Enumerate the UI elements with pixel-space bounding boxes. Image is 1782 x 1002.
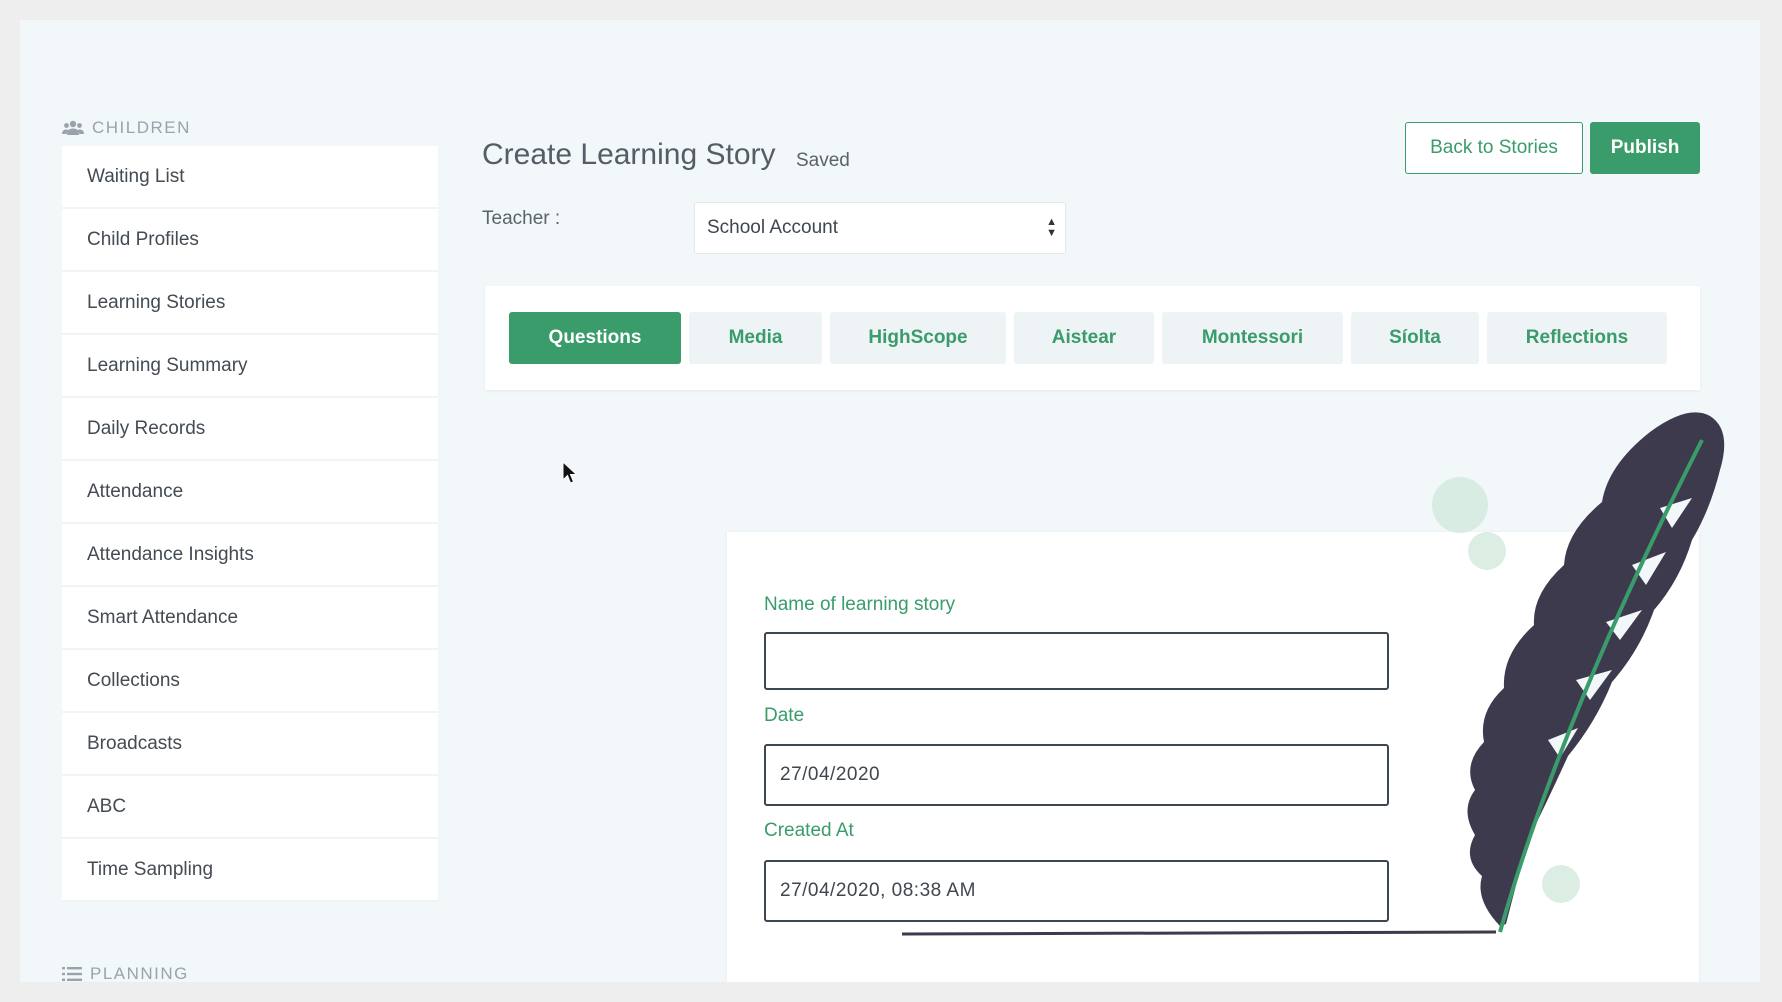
date-label: Date bbox=[764, 705, 805, 726]
tab-siolta[interactable]: Síolta bbox=[1351, 312, 1479, 364]
sidebar-item-label: Attendance bbox=[87, 480, 184, 502]
tab-reflections[interactable]: Reflections bbox=[1487, 312, 1667, 364]
teacher-select[interactable]: School Account ▲ ▼ bbox=[694, 202, 1066, 254]
sidebar-item-label: ABC bbox=[87, 795, 127, 817]
tab-aistear[interactable]: Aistear bbox=[1014, 312, 1154, 364]
sidebar-item-learning-stories[interactable]: Learning Stories bbox=[62, 272, 438, 335]
mouse-cursor-icon bbox=[562, 461, 578, 484]
sidebar-item-smart-attendance[interactable]: Smart Attendance bbox=[62, 587, 438, 650]
story-name-field[interactable] bbox=[764, 632, 1389, 690]
sidebar-item-collections[interactable]: Collections bbox=[62, 650, 438, 713]
story-form-card: Name of learning story Date 27/04/2020 C… bbox=[727, 532, 1699, 982]
sidebar-item-attendance[interactable]: Attendance bbox=[62, 461, 438, 524]
app-canvas: CHILDREN Waiting List Child Profiles Lea… bbox=[20, 20, 1760, 982]
decor-dot bbox=[1432, 477, 1488, 533]
sidebar-item-label: Child Profiles bbox=[87, 228, 199, 250]
sidebar-item-label: Learning Summary bbox=[87, 354, 248, 376]
sidebar-item-daily-records[interactable]: Daily Records bbox=[62, 398, 438, 461]
date-value: 27/04/2020 bbox=[780, 764, 881, 785]
tab-media[interactable]: Media bbox=[689, 312, 822, 364]
sidebar-item-label: Attendance Insights bbox=[87, 543, 254, 565]
tab-montessori[interactable]: Montessori bbox=[1162, 312, 1343, 364]
sidebar-item-label: Smart Attendance bbox=[87, 606, 239, 628]
planning-heading-label: PLANNING bbox=[90, 964, 189, 982]
sidebar-item-waiting-list[interactable]: Waiting List bbox=[62, 146, 438, 209]
sidebar-item-attendance-insights[interactable]: Attendance Insights bbox=[62, 524, 438, 587]
sidebar-item-time-sampling[interactable]: Time Sampling bbox=[62, 839, 438, 902]
publish-button[interactable]: Publish bbox=[1590, 122, 1700, 174]
save-status: Saved bbox=[796, 150, 850, 171]
sidebar-item-label: Broadcasts bbox=[87, 732, 183, 754]
sidebar-item-label: Daily Records bbox=[87, 417, 206, 439]
sidebar-item-broadcasts[interactable]: Broadcasts bbox=[62, 713, 438, 776]
teacher-selected-value: School Account bbox=[707, 217, 838, 238]
teacher-label: Teacher : bbox=[482, 208, 561, 229]
created-at-value: 27/04/2020, 08:38 AM bbox=[780, 880, 976, 901]
tab-bar: Questions Media HighScope Aistear Montes… bbox=[485, 286, 1700, 390]
tab-highscope[interactable]: HighScope bbox=[830, 312, 1006, 364]
sidebar-nav: Waiting List Child Profiles Learning Sto… bbox=[62, 146, 438, 902]
sidebar-item-label: Waiting List bbox=[87, 165, 185, 187]
list-icon bbox=[62, 966, 82, 982]
created-at-label: Created At bbox=[764, 820, 854, 841]
sidebar-item-learning-summary[interactable]: Learning Summary bbox=[62, 335, 438, 398]
sidebar-item-label: Time Sampling bbox=[87, 858, 214, 880]
created-at-field[interactable]: 27/04/2020, 08:38 AM bbox=[764, 860, 1389, 922]
users-icon bbox=[62, 120, 84, 136]
story-name-input[interactable] bbox=[780, 634, 1387, 688]
sidebar-item-child-profiles[interactable]: Child Profiles bbox=[62, 209, 438, 272]
sidebar-item-label: Learning Stories bbox=[87, 291, 226, 313]
children-heading-label: CHILDREN bbox=[92, 118, 191, 137]
select-arrows-icon: ▲ ▼ bbox=[1046, 216, 1057, 239]
story-name-label: Name of learning story bbox=[764, 594, 956, 615]
page-title: Create Learning Story bbox=[482, 138, 776, 171]
tab-questions[interactable]: Questions bbox=[509, 312, 681, 364]
planning-section-heading[interactable]: PLANNING bbox=[62, 964, 189, 982]
sidebar-item-abc[interactable]: ABC bbox=[62, 776, 438, 839]
sidebar-item-label: Collections bbox=[87, 669, 180, 691]
window-frame: CHILDREN Waiting List Child Profiles Lea… bbox=[0, 0, 1782, 1002]
back-to-stories-button[interactable]: Back to Stories bbox=[1405, 122, 1583, 174]
children-section-heading: CHILDREN bbox=[62, 118, 191, 138]
date-field[interactable]: 27/04/2020 bbox=[764, 744, 1389, 806]
